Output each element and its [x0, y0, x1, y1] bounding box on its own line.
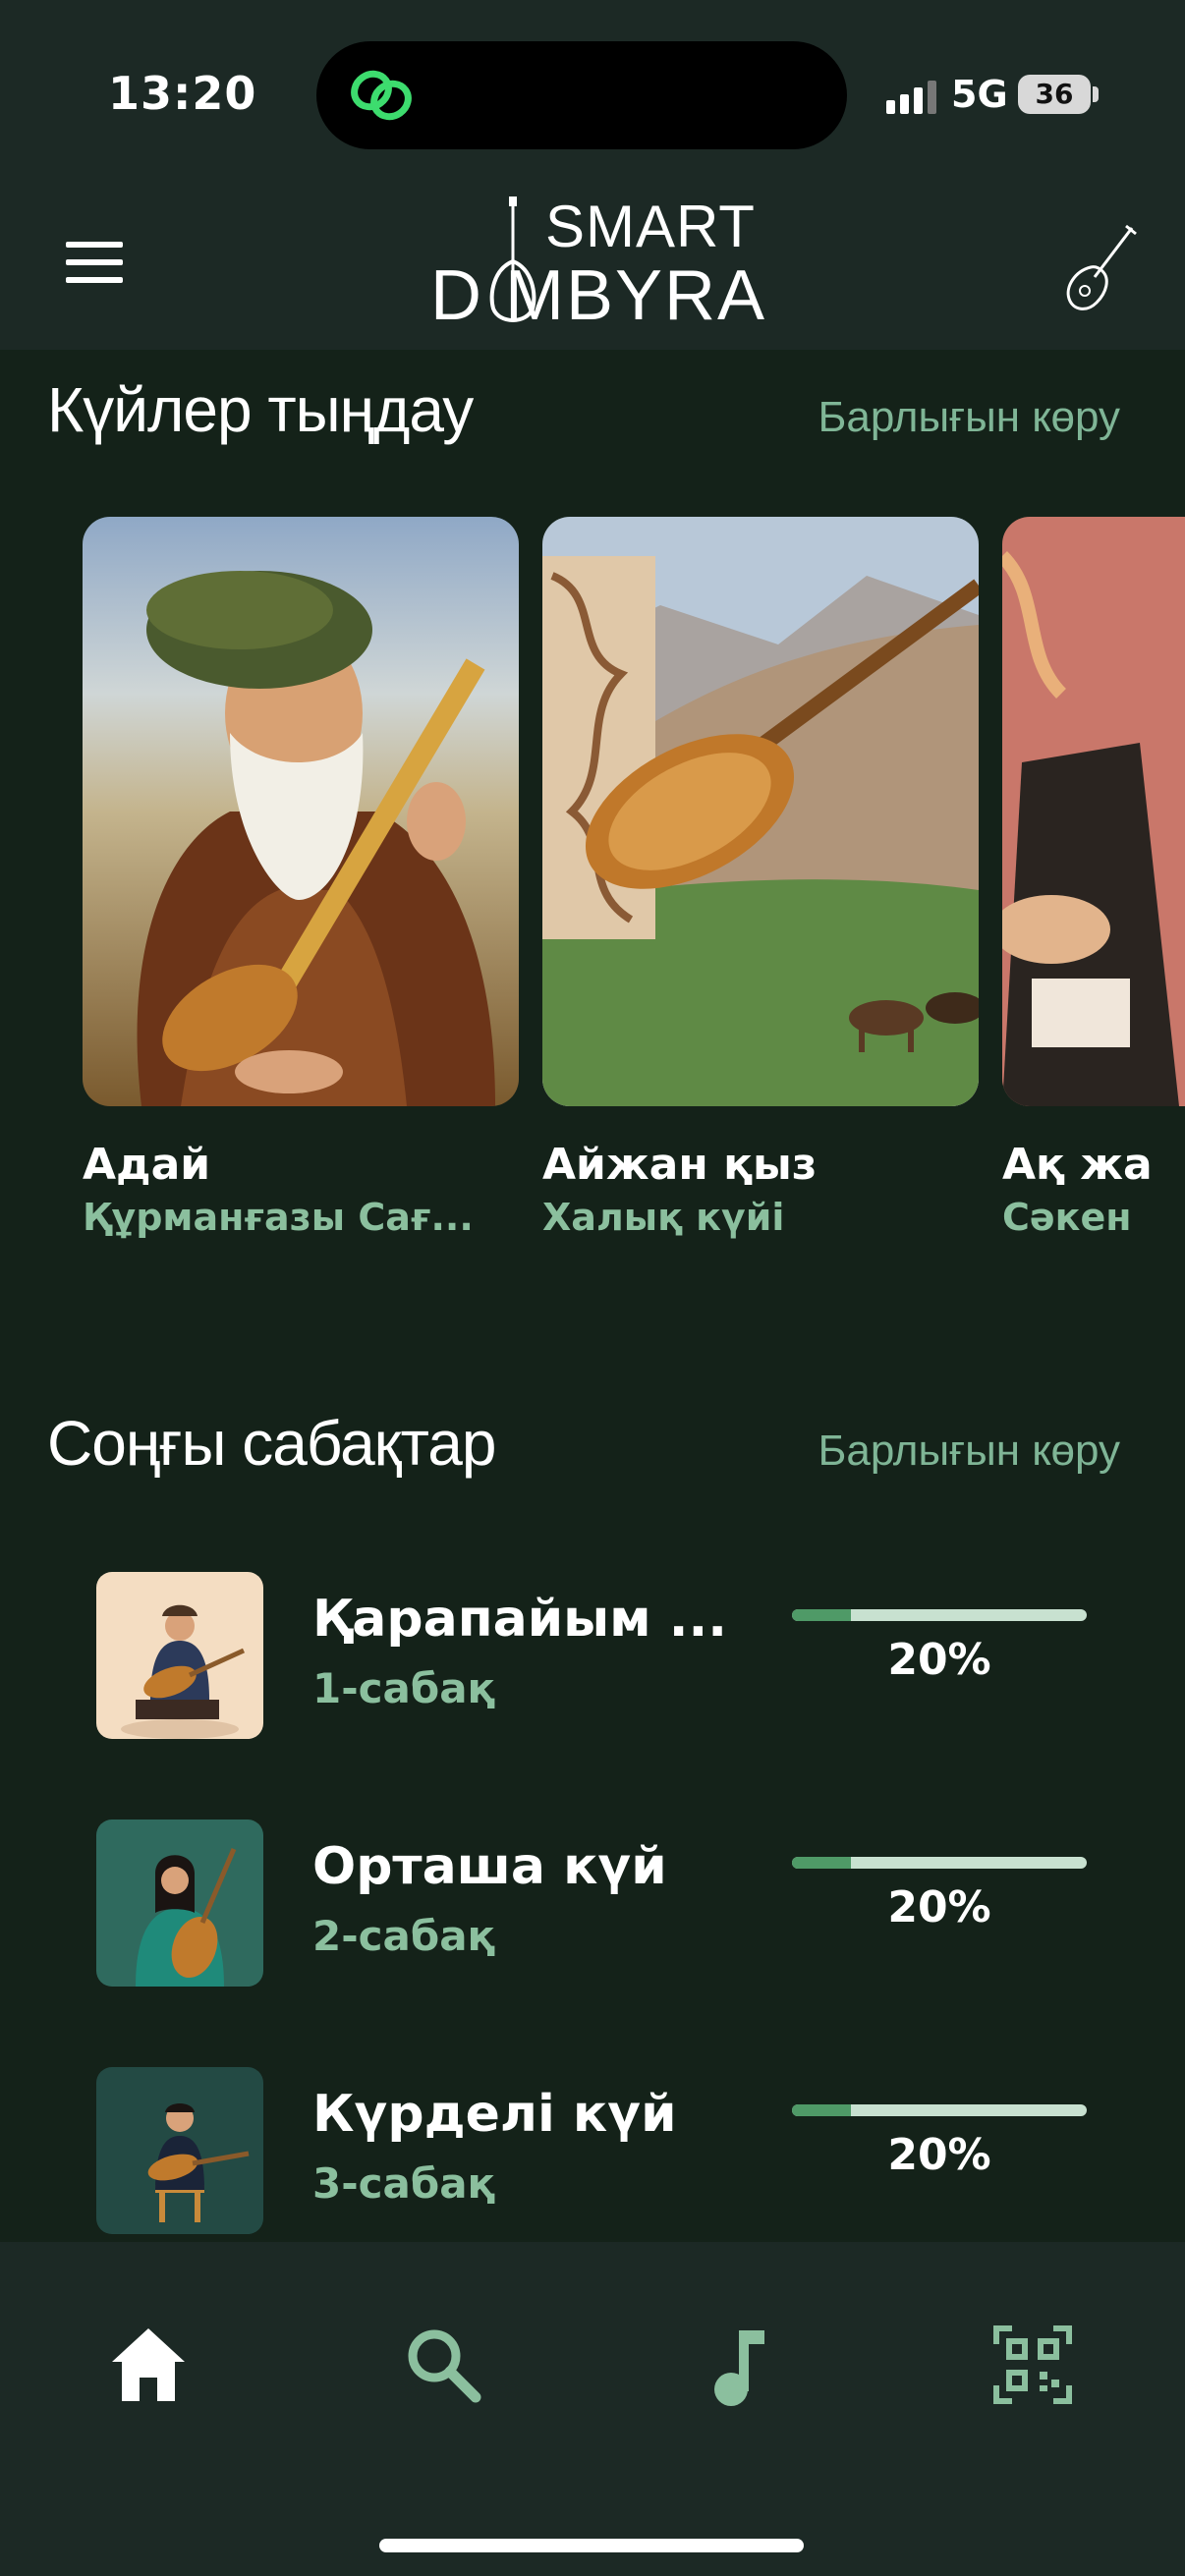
- progress-fill: [792, 2104, 851, 2116]
- progress-fill: [792, 1609, 851, 1621]
- logo-smart: SMART: [545, 194, 756, 259]
- progress-fill: [792, 1857, 851, 1869]
- dombyra-icon[interactable]: [1061, 222, 1140, 316]
- lesson-progress-label: 20%: [887, 1635, 991, 1685]
- track-card[interactable]: Ақ жа Сәкен: [1002, 517, 1185, 1239]
- lesson-row[interactable]: Қарапайым ... 1-сабақ 20%: [96, 1572, 1118, 1739]
- lesson-2-illustration: [96, 1820, 263, 1987]
- track-artist: Сәкен: [1002, 1196, 1132, 1239]
- network-type: 5G: [951, 73, 1008, 116]
- track-card-image: [83, 517, 519, 1106]
- dombyra-logo-icon: [489, 196, 536, 322]
- lesson-thumbnail: [96, 1572, 263, 1739]
- lesson-1-illustration: [96, 1572, 263, 1739]
- performer-image: [1002, 517, 1185, 1106]
- listen-section-title: Күйлер тыңдау: [47, 374, 474, 445]
- menu-button[interactable]: [59, 242, 130, 295]
- status-bar: 13:20 5G 36: [0, 0, 1185, 187]
- track-title: Ақ жа: [1002, 1140, 1153, 1190]
- battery-nub: [1093, 86, 1099, 102]
- cellular-signal-icon: [886, 81, 936, 114]
- lesson-number: 1-сабақ: [312, 1664, 496, 1712]
- menu-icon: [66, 242, 123, 248]
- lesson-number: 2-сабақ: [312, 1912, 496, 1960]
- battery-icon: 36: [1018, 75, 1091, 114]
- home-indicator: [379, 2539, 804, 2552]
- lesson-thumbnail: [96, 1820, 263, 1987]
- tracks-carousel[interactable]: Адай Құрманғазы Сағ... Айжан қыз Халық к…: [83, 517, 1185, 1263]
- listen-see-all-link[interactable]: Барлығын көру: [818, 393, 1120, 442]
- menu-icon-line: [66, 277, 123, 283]
- track-card[interactable]: Айжан қыз Халық күйі: [542, 517, 979, 1239]
- app-header: SMART D MBYRA: [0, 187, 1185, 350]
- track-artist: Халық күйі: [542, 1196, 785, 1239]
- lessons-section-title: Соңғы сабақтар: [47, 1408, 496, 1479]
- link-icon: [351, 70, 412, 121]
- lesson-progress-bar: [792, 2104, 1087, 2116]
- track-card-image: [1002, 517, 1185, 1106]
- track-card-image: [542, 517, 979, 1106]
- status-time: 13:20: [108, 67, 257, 120]
- qr-code-icon[interactable]: [979, 2311, 1087, 2419]
- track-artist: Құрманғазы Сағ...: [83, 1196, 474, 1239]
- dombyra-landscape-image: [542, 517, 979, 1106]
- lesson-progress-bar: [792, 1609, 1087, 1621]
- bottom-tab-bar: [0, 2242, 1185, 2576]
- music-note-icon[interactable]: [684, 2311, 792, 2419]
- dynamic-island: [316, 41, 847, 149]
- search-icon[interactable]: [389, 2311, 497, 2419]
- track-card[interactable]: Адай Құрманғазы Сағ...: [83, 517, 519, 1239]
- track-title: Адай: [83, 1140, 211, 1190]
- lesson-title: Орташа күй: [312, 1837, 667, 1896]
- lesson-progress-label: 20%: [887, 2130, 991, 2180]
- portrait-player-image: [83, 517, 519, 1106]
- lesson-row[interactable]: Күрделі күй 3-сабақ 20%: [96, 2067, 1118, 2234]
- lessons-see-all-link[interactable]: Барлығын көру: [818, 1427, 1120, 1476]
- lesson-title: Күрделі күй: [312, 2085, 677, 2144]
- menu-icon-line: [66, 259, 123, 265]
- lesson-title: Қарапайым ...: [312, 1590, 728, 1649]
- lesson-progress-label: 20%: [887, 1882, 991, 1932]
- lesson-progress-bar: [792, 1857, 1087, 1869]
- lesson-3-illustration: [96, 2067, 263, 2234]
- lesson-thumbnail: [96, 2067, 263, 2234]
- lesson-number: 3-сабақ: [312, 2159, 496, 2208]
- lesson-row[interactable]: Орташа күй 2-сабақ 20%: [96, 1820, 1118, 1987]
- home-icon[interactable]: [94, 2311, 202, 2419]
- track-title: Айжан қыз: [542, 1140, 818, 1190]
